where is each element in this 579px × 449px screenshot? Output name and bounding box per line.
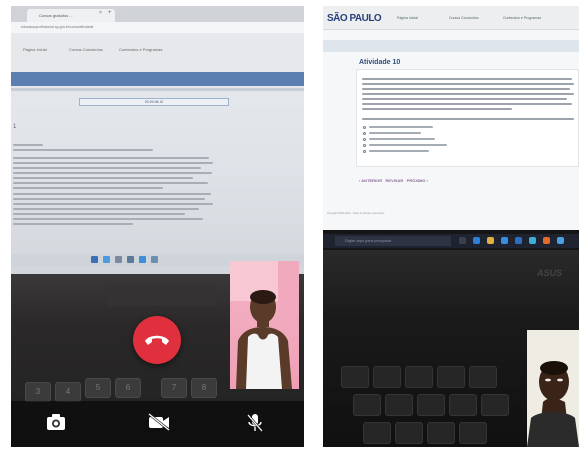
- nav-contents[interactable]: Conteúdos e Programas: [503, 16, 541, 20]
- laptop-brand-logo: ASUS: [537, 268, 563, 278]
- timer-box: 00:29:08:10: [79, 98, 229, 106]
- mic-off-icon[interactable]: [247, 413, 263, 433]
- radio-button[interactable]: [363, 125, 366, 129]
- header-band: [11, 72, 304, 86]
- taskbar-browser-icon[interactable]: [103, 256, 110, 263]
- key: [417, 394, 445, 416]
- taskbar-app-icon[interactable]: [151, 256, 158, 263]
- site-header: SÃO PAULO Página Inicial Cursos Concluíd…: [323, 6, 579, 30]
- new-tab-icon[interactable]: +: [108, 10, 112, 16]
- key: [481, 394, 509, 416]
- question-card: [356, 69, 579, 167]
- radio-button[interactable]: [363, 137, 366, 141]
- header-band: [323, 40, 579, 52]
- video-off-icon[interactable]: [147, 413, 171, 431]
- phone-hangup-icon: [145, 335, 169, 345]
- laptop-screen-browser: Cursos gratuitos ... × + educacaoprofiss…: [11, 6, 304, 274]
- person-video-image: [527, 330, 579, 447]
- address-bar[interactable]: educacaoprofissional.sp.gov.br/curso/ati…: [11, 22, 304, 33]
- section-number: 1: [13, 124, 17, 130]
- tab-close-icon[interactable]: ×: [99, 10, 102, 16]
- divider: [11, 88, 304, 91]
- key: [459, 422, 487, 444]
- site-logo[interactable]: SÃO PAULO: [327, 13, 382, 24]
- person-video-image: [230, 261, 299, 389]
- hangup-button[interactable]: [133, 316, 181, 364]
- key: [405, 366, 433, 388]
- key: 6: [115, 378, 141, 398]
- app-icon[interactable]: [529, 237, 536, 244]
- answer-option[interactable]: [363, 143, 447, 147]
- video-call-screen-left: Cursos gratuitos ... × + educacaoprofiss…: [11, 6, 304, 447]
- taskbar-search-input[interactable]: Digite aqui para pesquisar: [335, 236, 451, 246]
- answer-option[interactable]: [363, 125, 433, 129]
- key: [353, 394, 381, 416]
- review-button[interactable]: REVISAR: [386, 178, 404, 183]
- office-icon[interactable]: [543, 237, 550, 244]
- question-text-block: [13, 144, 218, 246]
- camera-flip-icon[interactable]: [46, 413, 66, 431]
- key: [395, 422, 423, 444]
- site-nav: Página Inicial Cursos Concluídos Conteúd…: [11, 39, 304, 61]
- nav-home[interactable]: Página Inicial: [397, 16, 418, 20]
- taskbar-store-icon[interactable]: [127, 256, 134, 263]
- self-view-video[interactable]: [230, 261, 299, 389]
- key: [373, 366, 401, 388]
- nav-contents[interactable]: Conteúdos e Programas: [119, 47, 162, 52]
- key: [449, 394, 477, 416]
- next-button[interactable]: PRÓXIMO ›: [407, 178, 428, 183]
- tab-title: Cursos gratuitos ...: [39, 13, 73, 18]
- taskbar-mail-icon[interactable]: [139, 256, 146, 263]
- nav-home[interactable]: Página Inicial: [23, 47, 47, 52]
- taskbar-folder-icon[interactable]: [115, 256, 122, 263]
- answer-option[interactable]: [363, 137, 435, 141]
- folder-icon[interactable]: [487, 237, 494, 244]
- key: [363, 422, 391, 444]
- browser-tab-bar: Cursos gratuitos ... × +: [11, 6, 304, 22]
- chrome-icon[interactable]: [557, 237, 564, 244]
- key: 5: [85, 378, 111, 398]
- nav-courses[interactable]: Cursos Concluídos: [69, 47, 103, 52]
- key: 7: [161, 378, 187, 398]
- answer-option[interactable]: [363, 149, 429, 153]
- laptop-screen-activity: SÃO PAULO Página Inicial Cursos Concluíd…: [323, 6, 579, 230]
- key: 4: [55, 382, 81, 402]
- key: 3: [25, 382, 51, 402]
- key: [427, 422, 455, 444]
- nav-courses[interactable]: Cursos Concluídos: [449, 16, 479, 20]
- question-navigation: ‹ ANTERIOR REVISAR PRÓXIMO ›: [359, 178, 428, 183]
- radio-button[interactable]: [363, 143, 366, 147]
- edge-icon[interactable]: [473, 237, 480, 244]
- taskbar-edge-icon[interactable]: [91, 256, 98, 263]
- site-footer: Copyright 2020-2024 · Todos os direitos …: [327, 212, 385, 215]
- keyboard-top-strip: [107, 286, 217, 306]
- previous-button[interactable]: ‹ ANTERIOR: [359, 178, 382, 183]
- key: [385, 394, 413, 416]
- key: 8: [191, 378, 217, 398]
- radio-button[interactable]: [363, 131, 366, 135]
- key: [437, 366, 465, 388]
- radio-button[interactable]: [363, 149, 366, 153]
- task-view-icon[interactable]: [459, 237, 466, 244]
- key: [469, 366, 497, 388]
- answer-option[interactable]: [363, 131, 421, 135]
- activity-title: Atividade 10: [359, 59, 401, 66]
- store-icon[interactable]: [501, 237, 508, 244]
- self-view-video[interactable]: [527, 330, 579, 447]
- key: [341, 366, 369, 388]
- mail-icon[interactable]: [515, 237, 522, 244]
- video-call-screen-right: SÃO PAULO Página Inicial Cursos Concluíd…: [323, 6, 579, 447]
